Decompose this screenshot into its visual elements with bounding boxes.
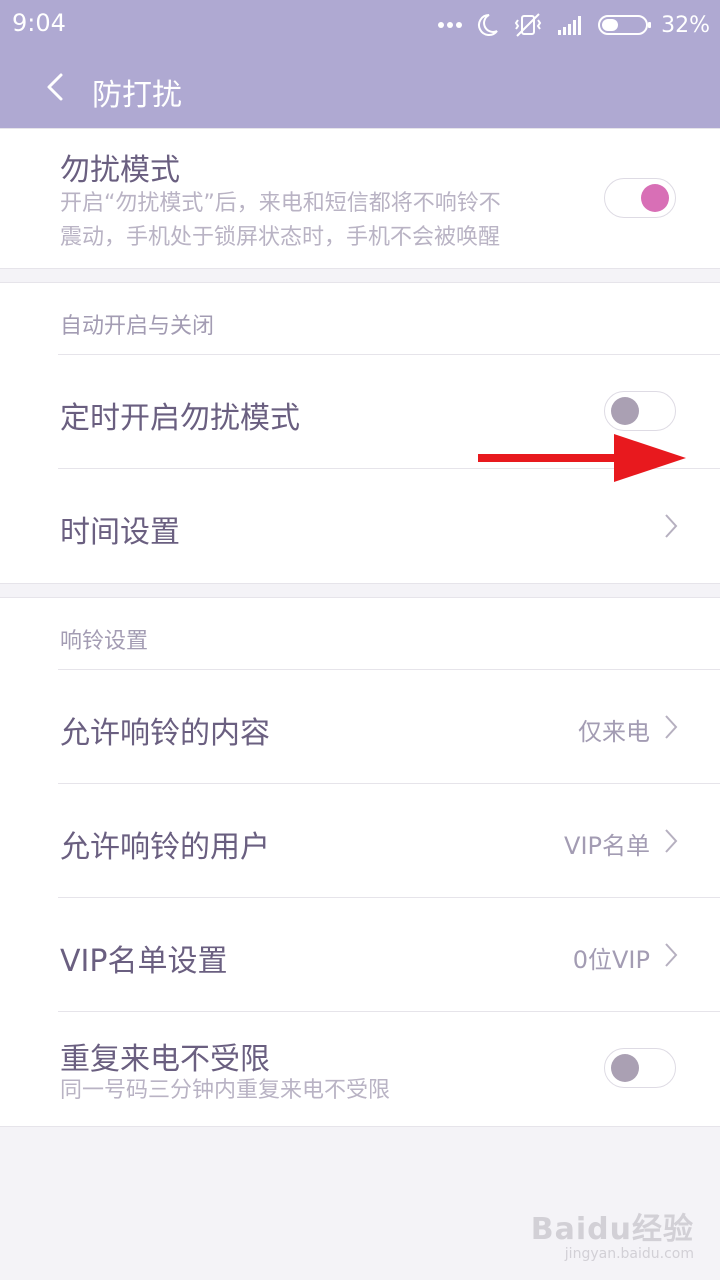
dnd-desc-line2: 震动，手机处于锁屏状态时，手机不会被唤醒 [60,225,501,250]
annotation-arrow-icon [476,434,688,486]
section-header-ring: 响铃设置 [60,629,149,654]
watermark: Baidu经验 jingyan.baidu.com [531,1204,694,1262]
chevron-right-icon [662,940,680,970]
dnd-title: 勿扰模式 [60,153,180,188]
vip-list-row[interactable]: VIP名单设置 0位VIP [0,898,720,1011]
scheduled-dnd-toggle[interactable] [604,391,676,431]
ring-section-card: 响铃设置 允许响铃的内容 仅来电 允许响铃的用户 VIP名单 VIP名单设置 0… [0,597,720,1127]
allowed-users-value: VIP名单 [564,832,650,860]
allowed-content-value: 仅来电 [578,718,650,746]
status-icons: 32% [437,8,710,42]
allowed-content-title: 允许响铃的内容 [60,716,270,751]
vibrate-off-icon [513,12,543,38]
toggle-knob [641,184,669,212]
scheduled-dnd-title: 定时开启勿扰模式 [60,401,300,436]
allowed-users-row[interactable]: 允许响铃的用户 VIP名单 [0,784,720,897]
repeat-calls-desc: 同一号码三分钟内重复来电不受限 [60,1078,391,1103]
watermark-logo: Baidu经验 [530,1212,694,1247]
moon-icon [477,13,499,37]
status-time: 9:04 [12,9,66,37]
more-dots-icon [437,21,463,29]
time-settings-title: 时间设置 [60,515,180,550]
auto-section-card: 自动开启与关闭 定时开启勿扰模式 时间设置 [0,282,720,584]
repeat-calls-row[interactable]: 重复来电不受限 同一号码三分钟内重复来电不受限 [0,1012,720,1125]
status-bar: 9:04 32% [0,0,720,50]
repeat-calls-toggle[interactable] [604,1048,676,1088]
chevron-right-icon [662,826,680,856]
chevron-right-icon [662,712,680,742]
battery-icon [597,13,653,37]
toggle-knob [611,1054,639,1082]
chevron-right-icon [662,511,680,541]
signal-icon [557,14,583,36]
dnd-card: 勿扰模式 开启“勿扰模式”后，来电和短信都将不响铃不 震动，手机处于锁屏状态时，… [0,128,720,269]
vip-list-value: 0位VIP [572,946,650,974]
repeat-calls-title: 重复来电不受限 [60,1042,270,1077]
dnd-toggle[interactable] [604,178,676,218]
chevron-left-icon [45,72,65,106]
page-title: 防打扰 [92,78,182,113]
allowed-users-title: 允许响铃的用户 [60,830,270,865]
allowed-content-row[interactable]: 允许响铃的内容 仅来电 [0,670,720,783]
back-button[interactable] [30,64,80,114]
watermark-url: jingyan.baidu.com [564,1246,694,1262]
toggle-knob [611,397,639,425]
battery-percent: 32% [661,12,710,38]
section-header-auto: 自动开启与关闭 [60,314,215,339]
dnd-desc-line1: 开启“勿扰模式”后，来电和短信都将不响铃不 [60,191,501,216]
vip-list-title: VIP名单设置 [60,944,228,979]
app-bar: 防打扰 [0,50,720,128]
